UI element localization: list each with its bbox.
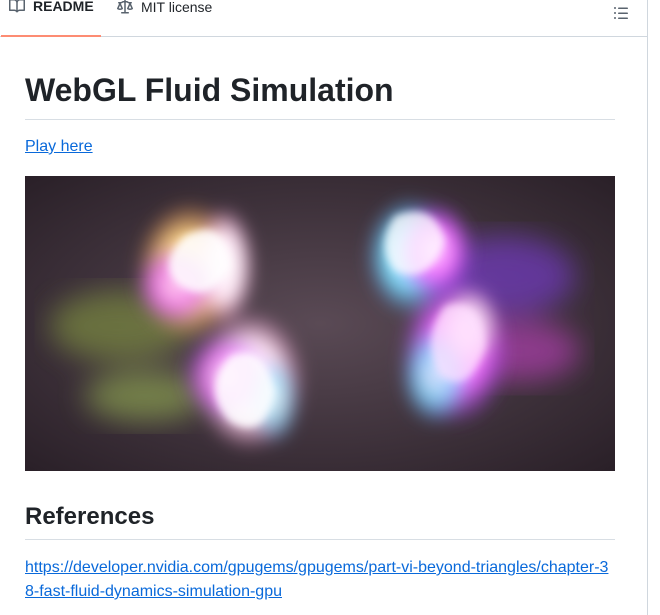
- list-unordered-icon: [613, 7, 629, 25]
- tab-license-label: MIT license: [141, 0, 213, 15]
- references-heading: References: [25, 503, 155, 530]
- fluid-simulation-screenshot[interactable]: [25, 176, 615, 471]
- readme-panel: README MIT license WebGL Fluid Simulatio…: [0, 0, 648, 615]
- readme-tab-bar: README MIT license: [0, 0, 648, 37]
- title-divider: [25, 119, 615, 120]
- play-here-link[interactable]: Play here: [25, 138, 93, 156]
- fluid-simulation-image: [25, 176, 615, 471]
- table-of-contents-button[interactable]: [613, 5, 631, 23]
- scale-icon: [117, 0, 133, 15]
- book-icon: [9, 0, 25, 14]
- page-title: WebGL Fluid Simulation: [25, 72, 394, 108]
- tab-license[interactable]: MIT license: [117, 0, 227, 37]
- reference-link[interactable]: https://developer.nvidia.com/gpugems/gpu…: [25, 556, 615, 604]
- tab-readme-label: README: [33, 0, 94, 14]
- references-divider: [25, 539, 615, 540]
- tab-readme[interactable]: README: [1, 0, 101, 37]
